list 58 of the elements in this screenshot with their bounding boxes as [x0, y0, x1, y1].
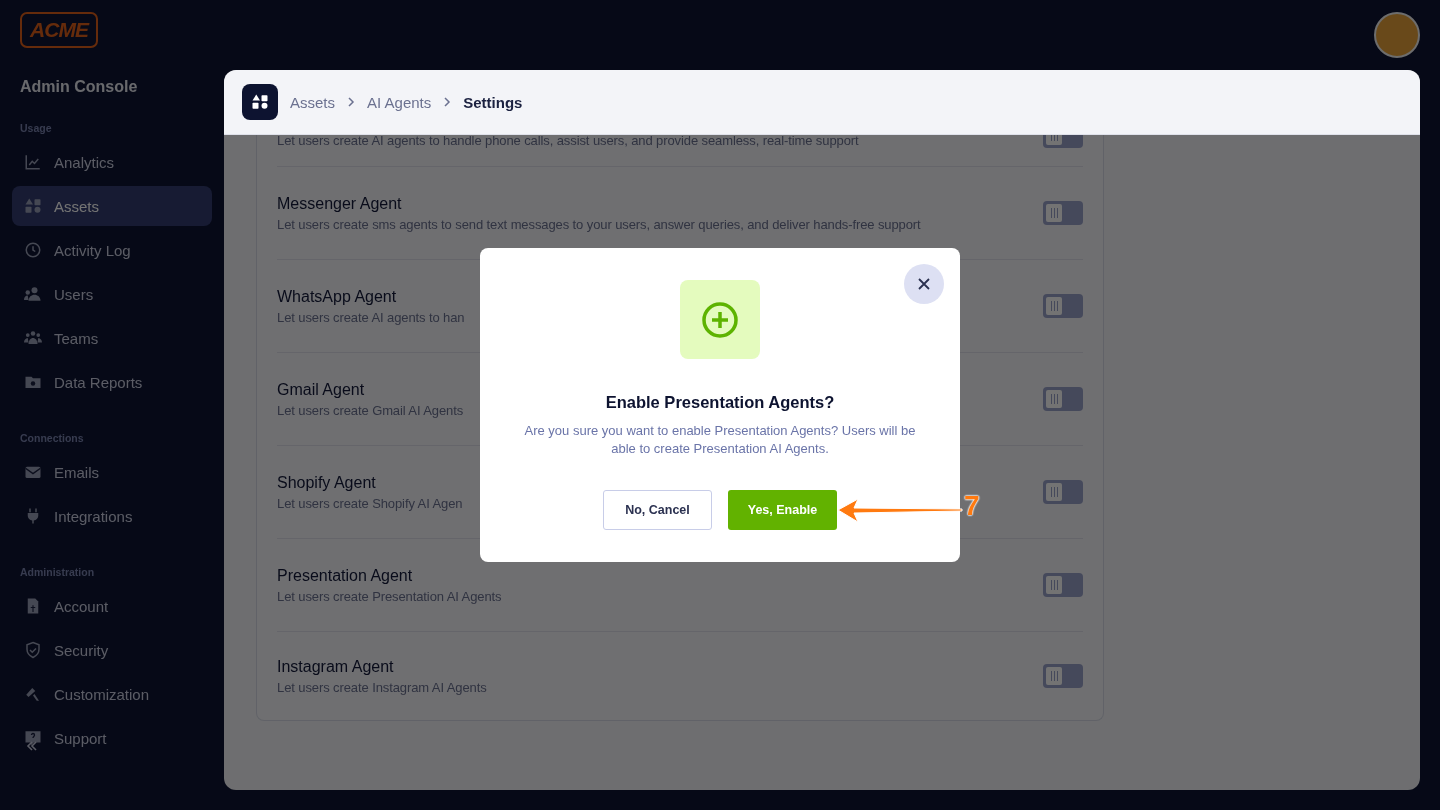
toggle-switch[interactable] — [1043, 294, 1083, 318]
agent-description: Let users create AI agents to handle phone calls, assist users, and provide seamless, real-time support — [277, 133, 859, 148]
sidebar-item[interactable]: Activity Log — [12, 230, 212, 270]
section-heading: Connections — [20, 432, 85, 444]
sidebar-item[interactable]: Support — [12, 718, 212, 758]
chevron-icon — [347, 97, 355, 107]
breadcrumb-link[interactable]: Settings — [463, 93, 523, 111]
close-icon — [918, 278, 930, 290]
agent-description: Let users create sms agents to send text messages to your users, answer queries, and deliver hands-free support — [277, 216, 921, 232]
shield-icon — [24, 641, 42, 659]
toggle-switch[interactable] — [1043, 387, 1083, 411]
sidebar-item[interactable]: Security — [12, 630, 212, 670]
team-icon — [24, 329, 42, 347]
breadcrumb-link[interactable]: Assets — [290, 93, 335, 111]
console-title: Admin Console — [20, 78, 139, 96]
chevron-icon — [443, 97, 452, 107]
sidebar-item[interactable]: Assets — [12, 186, 212, 226]
agent-description: Let users create Presentation AI Agents — [277, 588, 502, 604]
collapse-icon[interactable] — [26, 740, 38, 752]
dialog-title: Enable Presentation Agents? — [605, 393, 835, 412]
sidebar-item[interactable]: Teams — [12, 318, 212, 358]
agent-description: Let users create Instagram AI Agents — [277, 679, 487, 695]
sidebar-item[interactable]: Analytics — [12, 142, 212, 182]
sidebar-item[interactable]: Customization — [12, 674, 212, 714]
toggle-switch[interactable] — [1043, 664, 1083, 688]
breadcrumb-link[interactable]: AI Agents — [367, 93, 432, 111]
clock-icon — [24, 241, 42, 259]
enable-button[interactable]: Yes, Enable — [728, 490, 837, 530]
sidebar-item[interactable]: Users — [12, 274, 212, 314]
agent-description: Let users create Gmail AI Agents — [277, 402, 464, 418]
agent-name: Gmail Agent — [277, 380, 366, 399]
sidebar-item[interactable]: Integrations — [12, 496, 212, 536]
user-icon — [24, 285, 42, 303]
sidebar-item[interactable]: Emails — [12, 452, 212, 492]
toggle-switch[interactable] — [1043, 480, 1083, 504]
acme-logo: ACME — [20, 12, 98, 48]
agent-name: Instagram Agent — [277, 657, 395, 676]
agent-description: Let users create AI agents to han — [277, 309, 465, 325]
shapes-icon — [24, 197, 42, 215]
toggle-switch[interactable] — [1043, 201, 1083, 225]
agent-name: Shopify Agent — [277, 473, 377, 492]
help-icon — [24, 729, 42, 747]
chart-icon — [24, 153, 42, 171]
agent-name: Messenger Agent — [277, 194, 403, 213]
toggle-switch[interactable] — [1043, 573, 1083, 597]
agent-name: WhatsApp Agent — [277, 287, 398, 306]
agent-name: Presentation Agent — [277, 566, 414, 585]
section-heading: Administration — [20, 566, 96, 578]
shapes-icon — [242, 84, 278, 120]
step-number: 7 — [964, 490, 980, 522]
dialog-message: Are you sure you want to enable Presentation Agents? Users will be able to create Presentation AI Agents. — [523, 422, 917, 458]
avatar[interactable] — [1374, 12, 1420, 58]
agent-description: Let users create Shopify AI Agen — [277, 495, 463, 511]
sidebar-item[interactable]: Data Reports — [12, 362, 212, 402]
sidebar-item[interactable]: Account — [12, 586, 212, 626]
close-button[interactable] — [904, 264, 944, 304]
cancel-button[interactable]: No, Cancel — [603, 490, 712, 530]
section-heading: Usage — [20, 122, 53, 134]
